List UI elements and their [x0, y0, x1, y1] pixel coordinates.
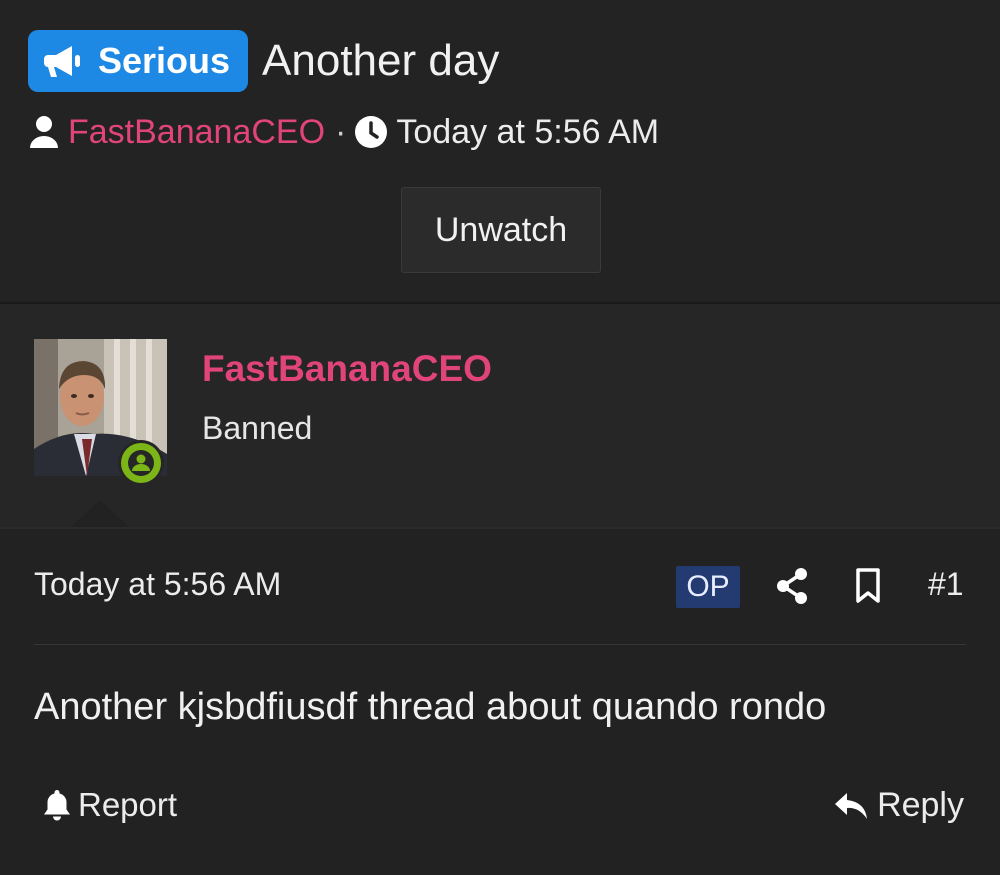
- prefix-badge[interactable]: Serious: [28, 30, 249, 92]
- share-icon[interactable]: [776, 568, 808, 609]
- op-badge: OP: [676, 566, 740, 608]
- thread-page: Serious Another day FastBananaCEO · Toda…: [0, 0, 1000, 875]
- thread-title: Another day: [262, 36, 500, 85]
- message-arrow: [70, 500, 130, 528]
- thread-date[interactable]: Today at 5:56 AM: [396, 113, 659, 152]
- message-body: Another kjsbdfiusdf thread about quando …: [34, 686, 827, 728]
- reply-icon: [835, 792, 868, 819]
- prefix-label: Serious: [98, 40, 231, 81]
- thread-meta: FastBananaCEO · Today at 5:56 AM: [28, 110, 659, 154]
- online-status-icon: [117, 439, 165, 487]
- meta-separator: ·: [335, 112, 347, 151]
- message-divider: [34, 644, 966, 645]
- user-title: Banned: [202, 410, 313, 446]
- message-user-block: FastBananaCEO Banned: [0, 304, 1000, 528]
- report-label: Report: [78, 786, 178, 823]
- user-icon: [30, 116, 58, 148]
- clock-icon: [354, 115, 388, 149]
- bell-icon: [44, 790, 70, 821]
- thread-header: Serious Another day FastBananaCEO · Toda…: [0, 0, 1000, 302]
- reply-button[interactable]: Reply: [833, 786, 964, 825]
- thread-author-link[interactable]: FastBananaCEO: [68, 113, 325, 152]
- post-date-link[interactable]: Today at 5:56 AM: [34, 566, 281, 603]
- title-row: Serious Another day: [28, 30, 499, 92]
- megaphone-icon: [44, 46, 80, 77]
- report-button[interactable]: Report: [42, 786, 177, 824]
- reply-label: Reply: [877, 786, 964, 824]
- post-username-link[interactable]: FastBananaCEO: [202, 348, 492, 390]
- post-number-link[interactable]: #1: [928, 566, 964, 603]
- user-divider: [0, 527, 1000, 529]
- unwatch-button[interactable]: Unwatch: [401, 187, 601, 273]
- bookmark-icon[interactable]: [855, 568, 881, 609]
